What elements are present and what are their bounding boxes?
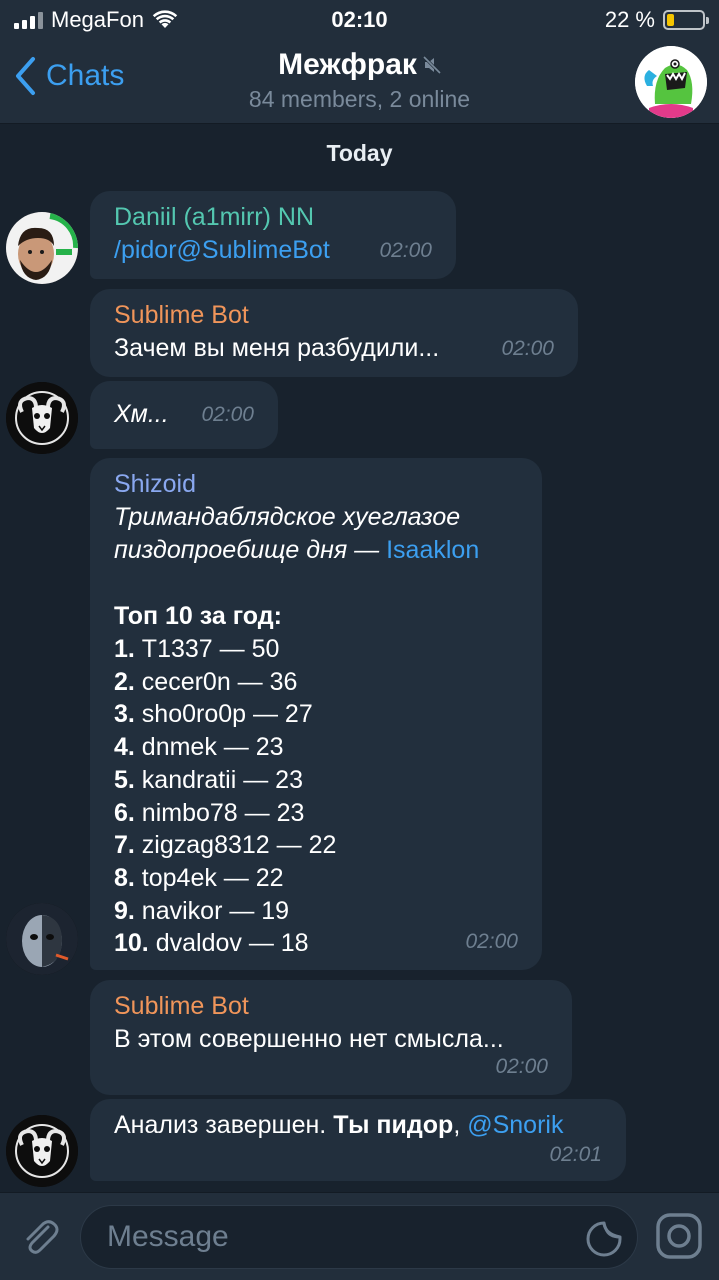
status-bar: MegaFon 02:10 22 % (0, 0, 719, 40)
top-list-item: 2. cecer0n — 36 (114, 666, 518, 699)
top-list-rank: 1. (114, 635, 142, 663)
chat-header: Chats Межфрак 84 members, 2 online (0, 40, 719, 124)
top-list-rank: 5. (114, 765, 142, 794)
chat-title-text: Межфрак (278, 48, 417, 81)
ram-skull-avatar-icon (6, 382, 78, 454)
top-list-entry: top4ek — 22 (141, 863, 284, 892)
message-text-line2: пиздопроебище дня — Isaaklon (114, 534, 518, 567)
top-list-item: 4. dnmek — 23 (114, 731, 518, 764)
telegram-chat-screen: MegaFon 02:10 22 % Chats Межфрак 84 memb… (0, 0, 719, 1280)
battery-level (667, 14, 675, 26)
chat-title: Межфрак (278, 48, 441, 82)
message-bubble[interactable]: Sublime Bot Зачем вы меня разбудили... 0… (90, 289, 578, 377)
message-time: 02:01 (549, 1143, 602, 1166)
top-list-item: 9. navikor — 19 (114, 895, 518, 928)
top-list-item: 1. T1337 — 50 (114, 633, 518, 666)
camera-icon[interactable] (654, 1211, 704, 1261)
message-text-separator: , (453, 1111, 468, 1139)
message-input-bar (0, 1192, 719, 1280)
message-time: 02:00 (495, 1055, 548, 1078)
sticker-icon[interactable] (585, 1220, 623, 1258)
battery-icon (663, 10, 709, 30)
top-list-rank: 9. (114, 896, 142, 925)
user-mention-link[interactable]: Isaaklon (386, 536, 479, 564)
top-list-item: 5. kandratii — 23 (114, 764, 518, 797)
top-list-rank: 2. (114, 667, 142, 696)
chat-subtitle: 84 members, 2 online (248, 86, 471, 112)
top-list-item: 10. dvaldov — 18 (114, 927, 518, 960)
message-time: 02:00 (201, 403, 254, 426)
user-photo-icon (6, 212, 78, 284)
message-text-plain: Анализ завершен. (114, 1111, 334, 1139)
top-list-rank: 4. (114, 733, 142, 762)
muted-speaker-icon (422, 56, 441, 74)
paperclip-icon[interactable] (18, 1215, 62, 1259)
top-list-rank: 3. (114, 700, 142, 729)
top-list-entry: dvaldov — 18 (155, 929, 309, 958)
message-bubble[interactable]: Анализ завершен. Ты пидор, @Snorik 02:01 (90, 1099, 626, 1181)
message-sender[interactable]: Shizoid (114, 468, 518, 501)
status-bar-left: MegaFon (14, 7, 605, 33)
chat-title-area[interactable]: Межфрак 84 members, 2 online (0, 48, 719, 113)
message-time: 02:00 (465, 930, 518, 953)
top-list-entry: nimbo78 — 23 (141, 798, 305, 827)
top-list-rank: 8. (114, 863, 142, 892)
top-list: 1. T1337 — 50 2. cecer0n — 36 3. sho0ro0p … (114, 633, 518, 960)
message-sender[interactable]: Sublime Bot (114, 299, 554, 332)
avatar-sublime-bot[interactable] (6, 382, 78, 454)
message-sender[interactable]: Sublime Bot (114, 990, 548, 1023)
message-input-container (80, 1205, 638, 1269)
top-list-entry: zigzag8312 — 22 (141, 831, 337, 860)
top-list-entry: navikor — 19 (141, 896, 290, 925)
top-list-entry: T1337 — 50 (141, 635, 280, 663)
top-list-rank: 6. (114, 798, 142, 827)
avatar-sublime-bot[interactable] (6, 1115, 78, 1187)
message-text-line1: Тримандаблядское хуеглазое (114, 503, 461, 531)
message-sender[interactable]: Daniil (a1mirr) NN (114, 201, 432, 234)
top-list-item: 6. nimbo78 — 23 (114, 797, 518, 830)
top-list-title: Топ 10 за год: (114, 602, 282, 630)
top-list-entry: kandratii — 23 (141, 765, 303, 794)
signal-strength-icon (14, 11, 43, 29)
message-bubble[interactable]: Хм... 02:00 (90, 381, 278, 449)
battery-percent: 22 % (604, 7, 655, 32)
wifi-icon (152, 10, 178, 28)
top-list-rank: 7. (114, 831, 142, 860)
top-list-item: 3. sho0ro0p — 27 (114, 698, 518, 731)
top-list-entry: sho0ro0p — 27 (141, 700, 313, 729)
date-separator: Today (326, 140, 393, 166)
ram-skull-avatar-icon (6, 1115, 78, 1187)
top-list-entry: cecer0n — 36 (141, 667, 298, 696)
message-text-line2-text: пиздопроебище дня — (114, 536, 387, 564)
top-list-entry: dnmek — 23 (141, 733, 284, 762)
message-text: Анализ завершен. Ты пидор, @Snorik (114, 1109, 602, 1142)
message-text-bold: Ты пидор (333, 1111, 454, 1139)
avatar-daniil[interactable] (6, 212, 78, 284)
message-time: 02:00 (379, 239, 432, 262)
message-text: В этом совершенно нет смысла... (114, 1025, 504, 1053)
monster-avatar-icon (635, 46, 707, 118)
top-list-item: 7. zigzag8312 — 22 (114, 829, 518, 862)
message-time: 02:00 (501, 337, 554, 360)
status-bar-right: 22 % (604, 7, 709, 33)
user-mention-link[interactable]: @Snorik (467, 1111, 563, 1139)
group-avatar[interactable] (635, 46, 707, 118)
avatar-shizoid[interactable] (6, 903, 78, 975)
message-bubble[interactable]: Daniil (a1mirr) NN /pidor@SublimeBot 02:… (90, 191, 456, 279)
top-list-rank: 10. (114, 929, 156, 958)
message-bubble[interactable]: Sublime Bot В этом совершенно нет смысла… (90, 980, 572, 1095)
carrier-name: MegaFon (51, 7, 144, 32)
message-text: Зачем вы меня разбудили... (114, 334, 440, 362)
masked-face-avatar-icon (6, 903, 78, 975)
top-list-item: 8. top4ek — 22 (114, 862, 518, 895)
message-input[interactable] (81, 1206, 637, 1268)
message-bubble[interactable]: Shizoid Тримандаблядское хуеглазое пиздо… (90, 458, 542, 970)
